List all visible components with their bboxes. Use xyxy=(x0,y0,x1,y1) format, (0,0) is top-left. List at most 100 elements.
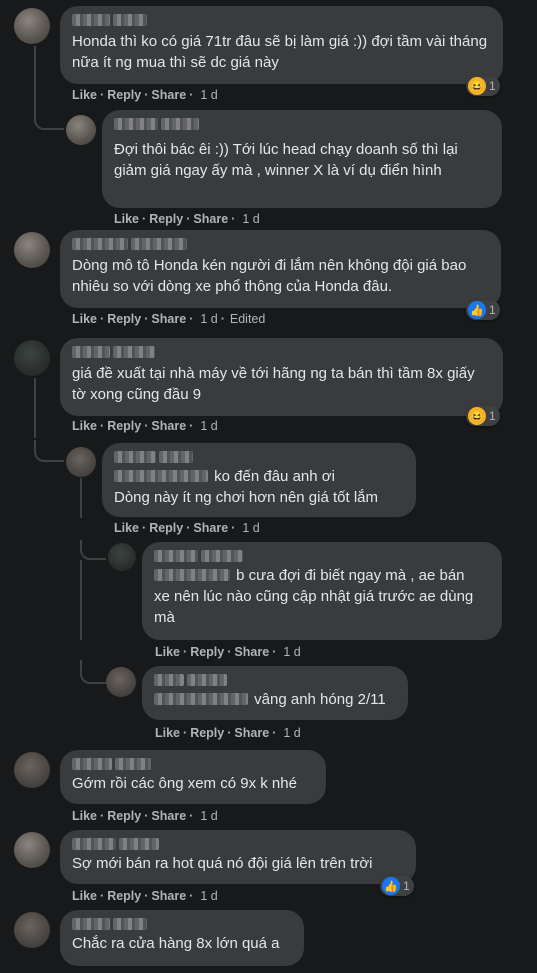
commenter-name-redacted[interactable] xyxy=(72,837,404,851)
share-link[interactable]: Share xyxy=(151,88,186,102)
comment-bubble: Chắc ra cửa hàng 8x lớn quá a xyxy=(60,910,304,966)
comment-actions: Like · Reply · Share · 1 d xyxy=(72,419,218,433)
avatar[interactable] xyxy=(108,543,136,571)
like-link[interactable]: Like xyxy=(72,889,97,903)
share-link[interactable]: Share xyxy=(151,889,186,903)
comment-bubble: Đợi thôi bác êi :)) Tới lúc head chạy do… xyxy=(102,110,502,208)
thread-line-curve xyxy=(80,540,106,560)
thread-line-curve xyxy=(34,440,64,462)
comment-bubble: ko đến đâu anh ơi Dòng này ít ng chơi hơ… xyxy=(102,443,416,517)
reaction-count: 1 xyxy=(489,79,496,93)
comment-text: giá đề xuất tại nhà máy về tới hãng ng t… xyxy=(72,365,475,403)
commenter-name-redacted[interactable] xyxy=(72,237,489,251)
timestamp[interactable]: 1 d xyxy=(200,809,217,823)
reply-link[interactable]: Reply xyxy=(107,419,141,433)
like-link[interactable]: Like xyxy=(72,419,97,433)
comment-text: b cưa đợi đi biết ngay mà , ae bán xyxy=(236,567,465,584)
avatar[interactable] xyxy=(14,832,50,868)
like-link[interactable]: Like xyxy=(114,212,139,226)
tagged-name-redacted[interactable] xyxy=(154,693,248,705)
thread-line xyxy=(34,378,36,438)
share-link[interactable]: Share xyxy=(193,212,228,226)
comment-actions: Like · Reply · Share · 1 d · Edited xyxy=(72,312,266,326)
reply-link[interactable]: Reply xyxy=(149,212,183,226)
reply-link[interactable]: Reply xyxy=(107,88,141,102)
commenter-name-redacted[interactable] xyxy=(72,345,491,359)
share-link[interactable]: Share xyxy=(151,809,186,823)
share-link[interactable]: Share xyxy=(151,312,186,326)
reaction-badge[interactable]: 😆 1 xyxy=(466,76,500,96)
reply-link[interactable]: Reply xyxy=(190,645,224,659)
avatar[interactable] xyxy=(106,667,136,697)
reaction-badge[interactable]: 👍 1 xyxy=(466,300,500,320)
commenter-name-redacted[interactable] xyxy=(114,117,490,131)
comment-actions: Like · Reply · Share · 1 d xyxy=(114,212,260,226)
comment-bubble: Honda thì ko có giá 71tr đâu sẽ bị làm g… xyxy=(60,6,503,84)
like-link[interactable]: Like xyxy=(155,726,180,740)
avatar[interactable] xyxy=(66,115,96,145)
comment-bubble: Dòng mô tô Honda kén người đi lắm nên kh… xyxy=(60,230,501,308)
reaction-badge[interactable]: 👍 1 xyxy=(380,876,414,896)
thread-line xyxy=(80,478,82,518)
commenter-name-redacted[interactable] xyxy=(72,757,314,771)
timestamp[interactable]: 1 d xyxy=(283,726,300,740)
commenter-name-redacted[interactable] xyxy=(154,549,490,563)
reply-link[interactable]: Reply xyxy=(149,521,183,535)
comment-text: Chắc ra cửa hàng 8x lớn quá a xyxy=(72,935,280,952)
reaction-count: 1 xyxy=(403,879,410,893)
share-link[interactable]: Share xyxy=(234,726,269,740)
comment-text: ko đến đâu anh ơi xyxy=(214,468,335,485)
timestamp[interactable]: 1 d xyxy=(242,212,259,226)
like-link[interactable]: Like xyxy=(114,521,139,535)
avatar[interactable] xyxy=(14,340,50,376)
edited-label[interactable]: Edited xyxy=(230,312,265,326)
commenter-name-redacted[interactable] xyxy=(72,917,292,931)
tagged-name-redacted[interactable] xyxy=(114,470,208,482)
share-link[interactable]: Share xyxy=(151,419,186,433)
commenter-name-redacted[interactable] xyxy=(114,450,404,464)
reply-link[interactable]: Reply xyxy=(107,809,141,823)
comment-actions: Like · Reply · Share · 1 d xyxy=(155,726,301,740)
commenter-name-redacted[interactable] xyxy=(154,673,396,687)
tagged-name-redacted[interactable] xyxy=(154,569,230,581)
comment-bubble: Sợ mới bán ra hot quá nó đội giá lên trê… xyxy=(60,830,416,884)
comment-text: vâng anh hóng 2/11 xyxy=(254,691,386,708)
reply-link[interactable]: Reply xyxy=(107,889,141,903)
like-icon: 👍 xyxy=(468,301,486,319)
comment-actions: Like · Reply · Share · 1 d xyxy=(72,889,218,903)
avatar[interactable] xyxy=(14,752,50,788)
reply-link[interactable]: Reply xyxy=(190,726,224,740)
comment-bubble: b cưa đợi đi biết ngay mà , ae bán xe nê… xyxy=(142,542,502,640)
haha-icon: 😆 xyxy=(468,77,486,95)
avatar[interactable] xyxy=(14,912,50,948)
reaction-badge[interactable]: 😆 1 xyxy=(466,406,500,426)
commenter-name-redacted[interactable] xyxy=(72,13,491,27)
timestamp[interactable]: 1 d xyxy=(242,521,259,535)
like-link[interactable]: Like xyxy=(72,88,97,102)
thread-line xyxy=(80,560,82,640)
like-link[interactable]: Like xyxy=(72,312,97,326)
comment-text: Đợi thôi bác êi :)) Tới lúc head chạy do… xyxy=(114,141,458,179)
like-icon: 👍 xyxy=(382,877,400,895)
share-link[interactable]: Share xyxy=(234,645,269,659)
like-link[interactable]: Like xyxy=(155,645,180,659)
reply-link[interactable]: Reply xyxy=(107,312,141,326)
comment-text: Honda thì ko có giá 71tr đâu sẽ bị làm g… xyxy=(72,33,488,71)
thread-line-curve xyxy=(34,100,64,130)
like-link[interactable]: Like xyxy=(72,809,97,823)
timestamp[interactable]: 1 d xyxy=(200,419,217,433)
timestamp[interactable]: 1 d xyxy=(283,645,300,659)
avatar[interactable] xyxy=(14,232,50,268)
avatar[interactable] xyxy=(66,447,96,477)
comment-text: Gớm rồi các ông xem có 9x k nhé xyxy=(72,775,297,792)
comment-text: Sợ mới bán ra hot quá nó đội giá lên trê… xyxy=(72,855,373,872)
timestamp[interactable]: 1 d xyxy=(200,312,217,326)
timestamp[interactable]: 1 d xyxy=(200,88,217,102)
thread-line-curve xyxy=(80,660,106,684)
avatar[interactable] xyxy=(14,8,50,44)
comment-text: Dòng mô tô Honda kén người đi lắm nên kh… xyxy=(72,257,467,295)
timestamp[interactable]: 1 d xyxy=(200,889,217,903)
comment-bubble: vâng anh hóng 2/11 xyxy=(142,666,408,720)
comment-text: Dòng này ít ng chơi hơn nên giá tốt lắm xyxy=(114,489,378,506)
share-link[interactable]: Share xyxy=(193,521,228,535)
